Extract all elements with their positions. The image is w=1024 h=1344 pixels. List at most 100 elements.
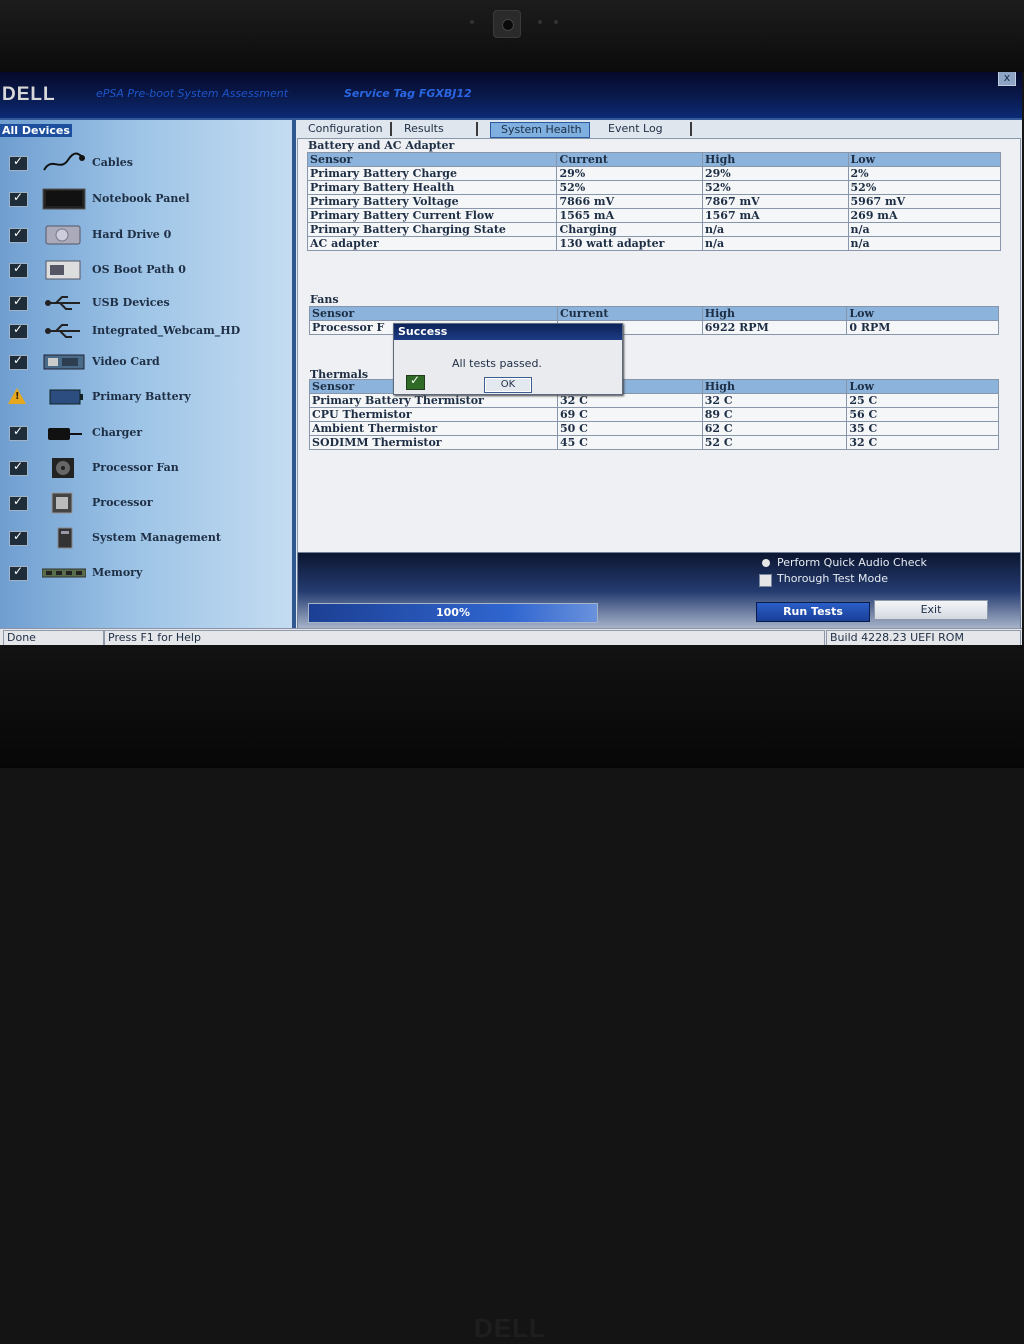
tab-event-log[interactable]: Event Log [598, 122, 692, 136]
table-cell: 62 C [701, 421, 848, 436]
dialog-title: Success [394, 324, 622, 340]
sidebar-item-label: System Management [92, 531, 221, 544]
exit-button[interactable]: Exit [874, 600, 988, 620]
table-row: Primary Battery Thermistor 32 C 32 C 25 C [308, 393, 999, 408]
indicator-light [470, 20, 474, 24]
close-button[interactable]: x [998, 72, 1016, 86]
sidebar-item-primary-battery[interactable]: Primary Battery [0, 384, 290, 410]
table-cell: 45 C [557, 435, 703, 450]
table-cell: 32 C [701, 393, 848, 408]
thorough-mode-label: Thorough Test Mode [777, 572, 888, 585]
charger-icon [42, 422, 86, 444]
tab-configuration[interactable]: Configuration [298, 122, 392, 136]
column-header: High [702, 152, 849, 167]
table-cell: 269 mA [847, 208, 1002, 223]
table-cell: 5967 mV [847, 194, 1002, 209]
sidebar-item-cables[interactable]: Cables [0, 150, 290, 176]
sidebar-item-label: Cables [92, 156, 133, 169]
ok-button[interactable]: OK [484, 377, 532, 393]
checkmark-icon [9, 154, 28, 171]
checkmark-icon [9, 424, 28, 441]
table-cell: Primary Battery Voltage [306, 194, 558, 209]
sidebar-item-integrated-webcam-hd[interactable]: Integrated_Webcam_HD [0, 318, 290, 344]
table-header-row: SensorCurrentHighLow [308, 306, 999, 321]
table-row: AC adapter 130 watt adapter n/a n/a [306, 236, 1002, 251]
fan-icon [42, 457, 86, 479]
sidebar-item-usb-devices[interactable]: USB Devices [0, 290, 290, 316]
table-cell: 52 C [701, 435, 848, 450]
table-cell: 2% [847, 166, 1002, 181]
dialog-message: All tests passed. [452, 357, 542, 370]
table-cell: 50 C [557, 421, 703, 436]
table-cell: 29% [556, 166, 703, 181]
cable-icon [42, 152, 86, 174]
build-info: Build 4228.23 UEFI ROM [826, 630, 1021, 646]
table-header-row: SensorCurrentHighLow [306, 152, 1002, 167]
table-cell: 52% [556, 180, 703, 195]
table-cell: 35 C [846, 421, 999, 436]
tab-system-health[interactable]: System Health [490, 122, 590, 138]
sidebar-item-label: Integrated_Webcam_HD [92, 324, 241, 337]
sidebar-item-label: Video Card [92, 355, 160, 368]
sidebar-item-video-card[interactable]: Video Card [0, 349, 290, 375]
checkmark-icon [9, 459, 28, 476]
sidebar-item-hard-drive-0[interactable]: Hard Drive 0 [0, 222, 290, 248]
tab-results[interactable]: Results [394, 122, 478, 136]
indicator-light [554, 20, 558, 24]
sidebar-item-processor-fan[interactable]: Processor Fan [0, 455, 290, 481]
sidebar-item-label: Notebook Panel [92, 192, 190, 205]
status-bar: Done Press F1 for Help Build 4228.23 UEF… [0, 628, 1022, 646]
table-cell: 25 C [846, 393, 999, 408]
checkmark-icon [9, 261, 28, 278]
processor-icon [42, 492, 86, 514]
webcam-icon [493, 10, 521, 38]
table-cell: 56 C [846, 407, 999, 422]
table-cell: SODIMM Thermistor [308, 435, 559, 450]
checkmark-icon [9, 190, 28, 207]
sidebar-item-label: Processor Fan [92, 461, 179, 474]
table-cell: 1565 mA [556, 208, 703, 223]
table-cell: 52% [702, 180, 849, 195]
quick-audio-label: Perform Quick Audio Check [777, 556, 927, 569]
all-devices-header[interactable]: All Devices [0, 124, 72, 137]
checkmark-icon [9, 494, 28, 511]
run-tests-button[interactable]: Run Tests [756, 602, 870, 622]
quick-audio-radio[interactable] [762, 559, 770, 567]
sidebar-item-label: Charger [92, 426, 143, 439]
sidebar-item-processor[interactable]: Processor [0, 490, 290, 516]
table-row: Primary Battery Voltage 7866 mV 7867 mV 596… [306, 194, 1002, 209]
table-cell: Primary Battery Health [306, 180, 558, 195]
column-header: High [701, 306, 848, 321]
thorough-mode-checkbox[interactable] [759, 574, 772, 587]
system-management-icon [42, 527, 86, 549]
success-check-icon [406, 373, 425, 390]
table-cell: 6922 RPM [701, 320, 848, 335]
video-card-icon [42, 351, 86, 373]
table-cell: n/a [702, 236, 849, 251]
service-tag: Service Tag FGXBJ12 [344, 87, 472, 100]
table-row: Primary Battery Health 52% 52% 52% [306, 180, 1002, 195]
checkmark-icon [9, 564, 28, 581]
table-row: SODIMM Thermistor 45 C 52 C 32 C [308, 435, 999, 450]
sidebar-item-memory[interactable]: Memory [0, 560, 290, 586]
table-cell: 130 watt adapter [556, 236, 703, 251]
table-cell: 7866 mV [556, 194, 703, 209]
sidebar-item-label: Memory [92, 566, 143, 579]
os-boot-icon [42, 259, 86, 281]
sidebar-item-notebook-panel[interactable]: Notebook Panel [0, 186, 290, 212]
app-title: ePSA Pre-boot System Assessment [96, 87, 289, 100]
table-cell: 89 C [701, 407, 848, 422]
table-cell: Primary Battery Thermistor [308, 393, 559, 408]
sidebar-item-os-boot-path-0[interactable]: OS Boot Path 0 [0, 257, 290, 283]
table-cell: 69 C [557, 407, 703, 422]
laptop-bezel-top [0, 0, 1024, 72]
table-cell: Ambient Thermistor [308, 421, 559, 436]
sidebar-item-system-management[interactable]: System Management [0, 525, 290, 551]
table-cell: Primary Battery Current Flow [306, 208, 558, 223]
table-cell: Primary Battery Charging State [306, 222, 558, 237]
table-cell: n/a [847, 222, 1002, 237]
sidebar-item-label: Primary Battery [92, 390, 191, 403]
column-header: Low [846, 379, 999, 394]
sidebar-item-charger[interactable]: Charger [0, 420, 290, 446]
table-cell: 29% [702, 166, 849, 181]
